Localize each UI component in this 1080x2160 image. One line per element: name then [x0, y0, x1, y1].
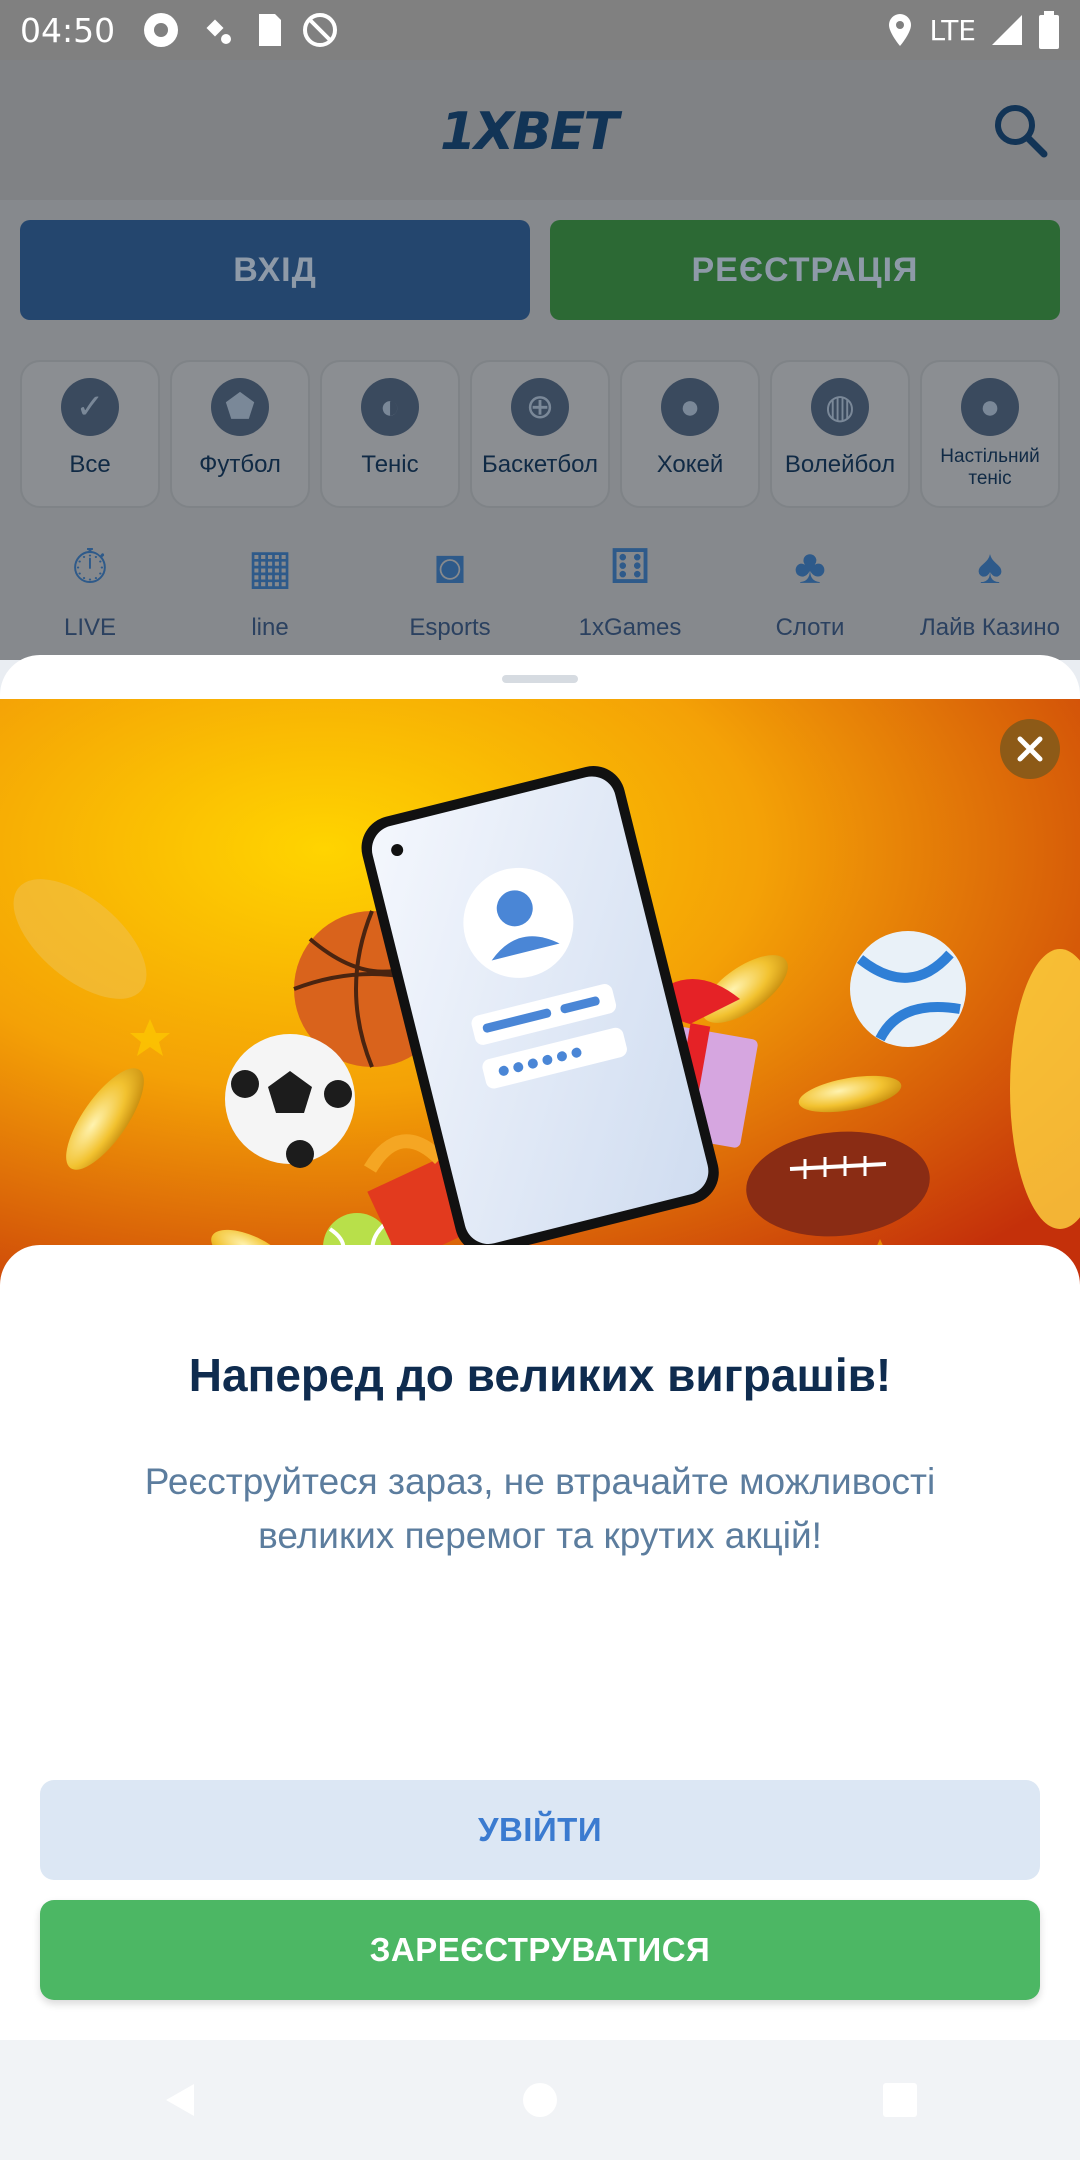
battery-icon [1039, 11, 1059, 49]
category-label: LIVE [63, 614, 117, 641]
category-slots[interactable]: ♣ Слоти [725, 540, 895, 642]
hockey-icon: ● [661, 378, 719, 436]
category-line[interactable]: ▦ line [185, 540, 355, 642]
sport-chip-label: Все [69, 451, 111, 478]
system-icons: LTE [885, 11, 1060, 49]
football-icon: ⬟ [211, 378, 269, 436]
sport-chip-volleyball[interactable]: ◍ Волейбол [770, 360, 910, 508]
category-label: line [251, 614, 289, 641]
category-row: ⏱ LIVE ▦ line ◙ Esports ⚅ 1xGames ♣ Слот… [0, 540, 1080, 642]
sport-chip-label: Теніс [361, 451, 419, 478]
status-time: 04:50 [20, 10, 116, 50]
sport-chip-label: Волейбол [784, 451, 896, 478]
back-button[interactable] [150, 2070, 210, 2130]
promo-banner-illustration [0, 699, 1080, 1299]
sport-chip-label: Настільний теніс [940, 446, 1040, 489]
location-icon [889, 14, 912, 46]
calendar-icon: ▦ [247, 541, 293, 594]
sport-chip-football[interactable]: ⬟ Футбол [170, 360, 310, 508]
network-type: LTE [929, 13, 976, 47]
recents-icon [883, 2083, 917, 2117]
sport-chip-basketball[interactable]: ⊕ Баскетбол [470, 360, 610, 508]
search-icon [995, 105, 1048, 158]
spade-icon: ♠ [977, 541, 1003, 594]
gamepad-icon: ◙ [435, 541, 465, 594]
sport-filter-row: ✓ Все ⬟ Футбол ◐ Теніс ⊕ Баскетбол ● Хок… [20, 360, 1060, 508]
search-button[interactable] [990, 100, 1050, 160]
stopwatch-icon: ⏱ [71, 541, 109, 594]
category-1xgames[interactable]: ⚅ 1xGames [545, 540, 715, 642]
sport-chip-label: Хокей [656, 451, 724, 478]
dice-icon: ⚅ [609, 541, 651, 594]
home-button[interactable] [510, 2070, 570, 2130]
sport-chip-hockey[interactable]: ● Хокей [620, 360, 760, 508]
home-icon [523, 2083, 557, 2117]
back-icon [166, 2084, 194, 2116]
sport-chip-tennis[interactable]: ◐ Теніс [320, 360, 460, 508]
cherry-icon: ♣ [794, 541, 826, 594]
volleyball-icon: ◍ [811, 378, 869, 436]
signal-icon [992, 15, 1022, 45]
tennis-icon: ◐ [361, 378, 419, 436]
notification-icons [141, 10, 339, 50]
category-live-casino[interactable]: ♠ Лайв Казино [905, 540, 1075, 642]
recents-button[interactable] [870, 2070, 930, 2130]
camera-shutter-icon [144, 13, 179, 47]
sport-chip-label: Футбол [199, 451, 281, 478]
sd-card-icon [259, 14, 282, 46]
basketball-icon: ⊕ [511, 378, 569, 436]
login-button[interactable]: ВХІД [20, 220, 530, 320]
sport-chip-table-tennis[interactable]: ● Настільний теніс [920, 360, 1060, 508]
close-button[interactable] [1000, 719, 1060, 779]
category-label: Лайв Казино [920, 614, 1060, 641]
table-tennis-icon: ● [961, 378, 1019, 436]
promo-description: Реєструйтеся зараз, не втрачайте можливо… [144, 1461, 936, 1556]
category-label: 1xGames [578, 614, 682, 641]
category-label: Слоти [775, 614, 845, 641]
register-button[interactable]: РЕЄСТРАЦІЯ [550, 220, 1060, 320]
category-live[interactable]: ⏱ LIVE [5, 540, 175, 642]
category-label: Esports [409, 614, 491, 641]
app-header: 1XBET [0, 60, 1080, 200]
enter-button[interactable]: УВІЙТИ [40, 1780, 1040, 1880]
status-bar: 04:50 LTE [0, 0, 1080, 60]
close-icon [1017, 736, 1043, 762]
promo-title: Наперед до великих виграшів! [188, 1349, 892, 1401]
sport-chip-all[interactable]: ✓ Все [20, 360, 160, 508]
all-sports-icon: ✓ [61, 378, 119, 436]
category-esports[interactable]: ◙ Esports [365, 540, 535, 642]
satellite-icon [206, 19, 232, 44]
sport-chip-label: Баскетбол [482, 451, 598, 478]
sheet-drag-handle[interactable] [502, 675, 578, 683]
blocked-icon [303, 13, 338, 47]
system-navigation-bar [0, 2040, 1080, 2160]
brand-logo: 1XBET [440, 102, 619, 162]
signup-button[interactable]: ЗАРЕЄСТРУВАТИСЯ [40, 1900, 1040, 2000]
